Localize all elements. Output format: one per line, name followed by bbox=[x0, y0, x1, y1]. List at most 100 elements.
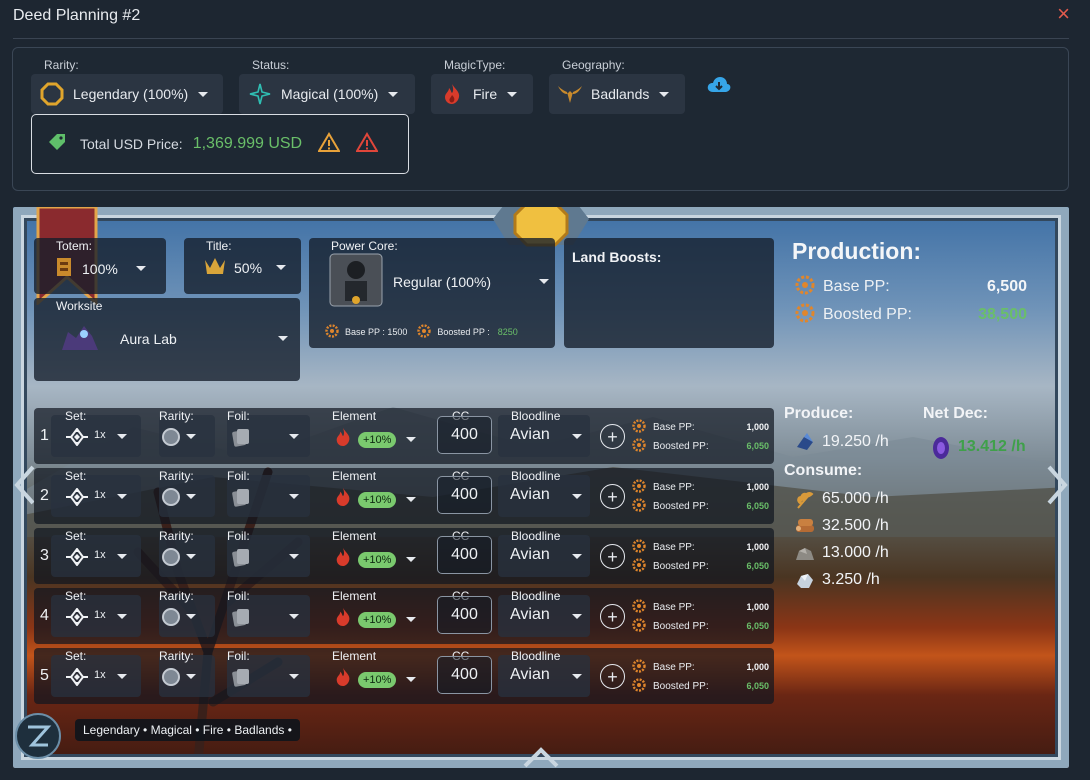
set-value: 1x bbox=[94, 429, 106, 441]
geography-select[interactable]: Badlands bbox=[549, 74, 685, 114]
up-arrow-icon[interactable] bbox=[523, 746, 559, 768]
magictype-select[interactable]: Fire bbox=[431, 74, 533, 114]
rarity-select[interactable]: Legendary (100%) bbox=[31, 74, 223, 114]
fire-icon bbox=[334, 427, 352, 452]
iron-icon bbox=[794, 569, 816, 591]
element-select[interactable]: +10% bbox=[334, 607, 417, 632]
add-card-button[interactable]: + bbox=[600, 424, 625, 449]
row-base-pp-label: Base PP: bbox=[653, 481, 695, 493]
magictype-filter-label: MagicType: bbox=[444, 58, 506, 72]
row-boosted-pp: Boosted PP: 6,050 bbox=[632, 437, 769, 455]
chevron-down-icon bbox=[659, 91, 670, 97]
consume-row-iron: 3.250 /h bbox=[794, 569, 880, 591]
land-boosts-label: Land Boosts: bbox=[572, 249, 662, 265]
power-core-label: Power Core: bbox=[331, 239, 398, 253]
element-select[interactable]: +10% bbox=[334, 487, 417, 512]
price-tag-icon bbox=[48, 133, 66, 156]
element-select[interactable]: +10% bbox=[334, 547, 417, 572]
warning-triangle-icon[interactable] bbox=[317, 131, 341, 157]
boosted-pp-gear-icon bbox=[632, 557, 646, 575]
chevron-down-icon bbox=[406, 617, 417, 622]
chevron-down-icon bbox=[117, 674, 127, 679]
bloodline-label: Bloodline bbox=[511, 649, 561, 663]
add-card-button[interactable]: + bbox=[600, 604, 625, 629]
row-base-pp: Base PP: 1,000 bbox=[632, 418, 769, 436]
rarity-label: Rarity: bbox=[159, 529, 194, 543]
boosted-pp-label: Boosted PP: bbox=[823, 306, 912, 323]
chevron-down-icon bbox=[135, 266, 146, 271]
title-value: 50% bbox=[234, 259, 263, 276]
element-select[interactable]: +10% bbox=[334, 667, 417, 692]
card-slot-row: 5 Set: 1x Rarity: Foil: Element +10% 400… bbox=[34, 648, 774, 704]
chevron-down-icon bbox=[406, 557, 417, 562]
cc-input[interactable]: 400 bbox=[437, 476, 492, 514]
chevron-down-icon bbox=[289, 674, 299, 679]
rarity-filter: Rarity: Legendary (100%) bbox=[31, 58, 223, 114]
set-diamond-icon bbox=[65, 547, 89, 571]
chevron-down-icon bbox=[289, 494, 299, 499]
magictype-value: Fire bbox=[473, 86, 498, 102]
power-core-icon bbox=[329, 253, 383, 310]
produce-value: 19.250 /h bbox=[822, 433, 889, 450]
octagon-rarity-icon bbox=[39, 81, 65, 107]
price-box: Total USD Price: 1,369.999 USD bbox=[31, 114, 409, 174]
element-boost-badge: +10% bbox=[358, 431, 397, 448]
row-boosted-pp-label: Boosted PP: bbox=[653, 500, 709, 512]
worksite-select[interactable]: Aura Lab bbox=[58, 322, 288, 355]
price-label: Total USD Price: bbox=[80, 136, 183, 152]
row-base-pp-label: Base PP: bbox=[653, 421, 695, 433]
chevron-down-icon bbox=[406, 497, 417, 502]
chevron-down-icon bbox=[572, 614, 582, 619]
title-divider bbox=[13, 38, 1069, 39]
error-triangle-icon[interactable] bbox=[355, 131, 379, 157]
cc-input[interactable]: 400 bbox=[437, 416, 492, 454]
cc-input[interactable]: 400 bbox=[437, 536, 492, 574]
fire-icon bbox=[334, 487, 352, 512]
chevron-down-icon bbox=[289, 614, 299, 619]
add-card-button[interactable]: + bbox=[600, 484, 625, 509]
rarity-label: Rarity: bbox=[159, 469, 194, 483]
power-core-base: Base PP : 1500 bbox=[345, 327, 408, 337]
chevron-down-icon bbox=[406, 677, 417, 682]
power-core-select[interactable]: Regular (100%) bbox=[329, 253, 549, 310]
add-card-button[interactable]: + bbox=[600, 664, 625, 689]
element-boost-badge: +10% bbox=[358, 611, 397, 628]
add-card-button[interactable]: + bbox=[600, 544, 625, 569]
title-label: Title: bbox=[206, 239, 232, 253]
right-arrow-icon[interactable] bbox=[1043, 465, 1069, 505]
boosted-pp-gear-icon bbox=[795, 303, 815, 328]
foil-label: Foil: bbox=[227, 589, 250, 603]
element-select[interactable]: +10% bbox=[334, 427, 417, 452]
row-base-pp: Base PP: 1,000 bbox=[632, 658, 769, 676]
fire-icon bbox=[334, 607, 352, 632]
consume-row-grain: 65.000 /h bbox=[794, 488, 889, 510]
dec-orb-icon bbox=[930, 436, 952, 459]
chevron-down-icon bbox=[289, 434, 299, 439]
card-slot-row: 1 Set: 1x Rarity: Foil: Element +10% 400… bbox=[34, 408, 774, 464]
status-select[interactable]: Magical (100%) bbox=[239, 74, 415, 114]
net-dec-row: 13.412 /h bbox=[930, 436, 1026, 459]
foil-label: Foil: bbox=[227, 409, 250, 423]
set-label: Set: bbox=[65, 469, 87, 483]
base-pp-value: 6,500 bbox=[986, 278, 1027, 295]
element-boost-badge: +10% bbox=[358, 671, 397, 688]
close-icon[interactable]: × bbox=[1057, 1, 1070, 27]
chevron-down-icon bbox=[186, 554, 196, 559]
row-boosted-pp: Boosted PP: 6,050 bbox=[632, 497, 769, 515]
cc-input[interactable]: 400 bbox=[437, 596, 492, 634]
bloodline-value: Avian bbox=[510, 546, 550, 563]
bloodline-label: Bloodline bbox=[511, 589, 561, 603]
totem-select[interactable]: 100% bbox=[54, 256, 146, 281]
set-label: Set: bbox=[65, 589, 87, 603]
base-pp-gear-icon bbox=[632, 478, 646, 496]
net-dec-value: 13.412 /h bbox=[958, 438, 1026, 455]
foil-card-icon bbox=[231, 547, 251, 572]
chevron-down-icon bbox=[276, 265, 287, 270]
boosted-pp-gear-icon bbox=[632, 497, 646, 515]
title-select[interactable]: 50% bbox=[204, 256, 287, 279]
cloud-download-icon[interactable] bbox=[706, 75, 732, 95]
cc-input[interactable]: 400 bbox=[437, 656, 492, 694]
foil-label: Foil: bbox=[227, 529, 250, 543]
produce-label: Produce: bbox=[784, 405, 854, 422]
card-slot-row: 3 Set: 1x Rarity: Foil: Element +10% 400… bbox=[34, 528, 774, 584]
